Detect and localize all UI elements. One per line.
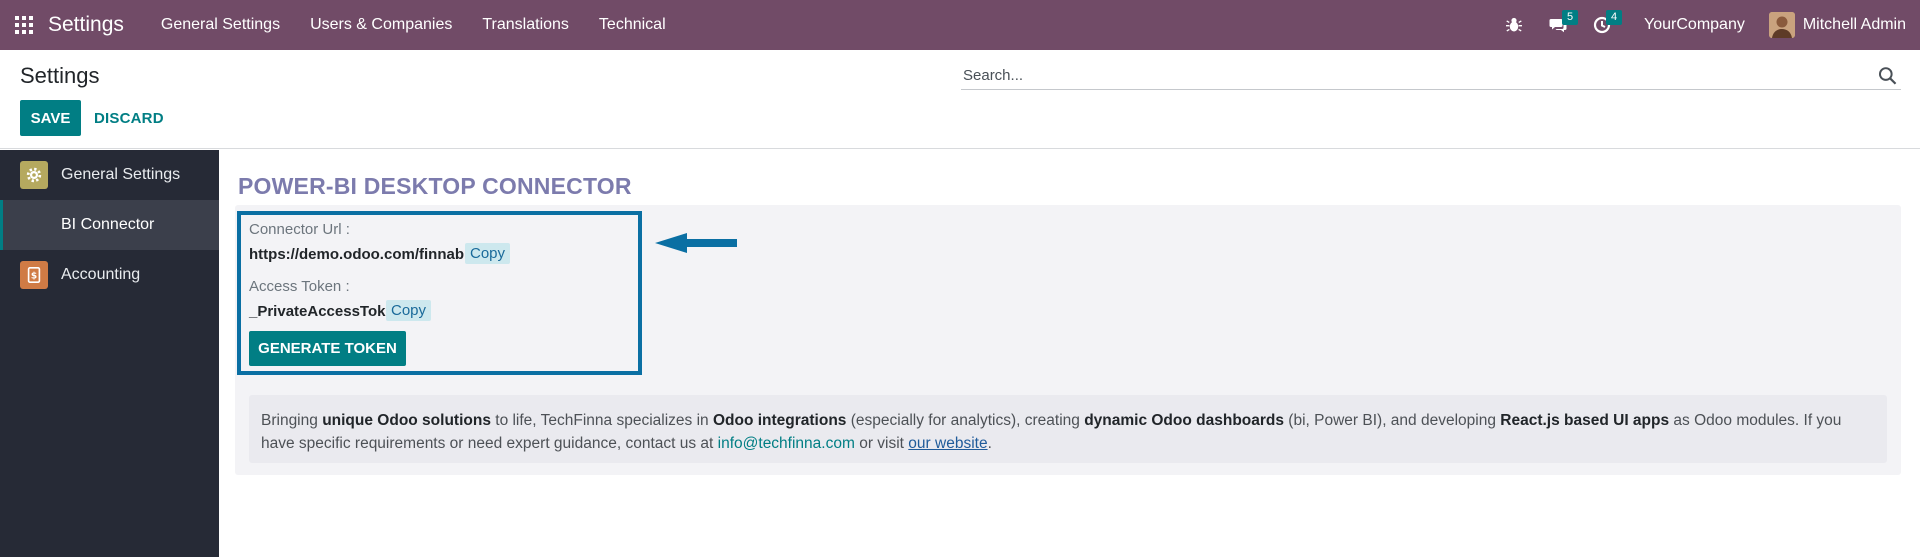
connector-url-value: https://demo.odoo.com/finnabi/ <box>249 246 473 263</box>
sidebar-item-label: General Settings <box>61 166 181 183</box>
sidebar-item-label: Accounting <box>61 266 141 283</box>
user-name: Mitchell Admin <box>1802 16 1906 33</box>
control-panel: Settings SAVE DISCARD <box>0 50 1920 149</box>
left-arrow-icon <box>655 233 737 253</box>
info-text: (bi, Power BI), and developing <box>1284 412 1501 429</box>
info-bold: unique Odoo solutions <box>322 412 491 429</box>
navbar-systray: 5 4 YourCompany Mitchell Admin <box>1492 0 1920 50</box>
sidebar-item-bi-connector[interactable]: BI Connector <box>0 200 219 250</box>
search-icon[interactable] <box>1878 66 1898 86</box>
sidebar-item-general-settings[interactable]: General Settings <box>0 150 219 200</box>
activities-badge: 4 <box>1606 10 1623 25</box>
website-link[interactable]: our website <box>908 435 987 452</box>
settings-content: POWER-BI DESKTOP CONNECTOR Connector Url… <box>219 150 1920 557</box>
app-title[interactable]: Settings <box>48 13 124 37</box>
menu-general-settings[interactable]: General Settings <box>146 0 295 50</box>
info-text: Bringing <box>261 412 323 429</box>
activities-clock-icon[interactable]: 4 <box>1580 0 1624 50</box>
email-link[interactable]: info@techfinna.com <box>718 435 855 452</box>
techfinna-info: Bringing unique Odoo solutions to life, … <box>249 395 1887 463</box>
copy-token-button[interactable]: Copy <box>386 300 432 321</box>
search-bar <box>961 62 1901 90</box>
copy-url-button[interactable]: Copy <box>465 243 511 264</box>
info-bold: React.js based UI apps <box>1500 412 1670 429</box>
accounting-icon: $ <box>20 261 48 289</box>
menu-users-companies[interactable]: Users & Companies <box>295 0 467 50</box>
messages-chat-icon[interactable]: 5 <box>1536 0 1580 50</box>
info-text: . <box>987 435 992 452</box>
connector-url-label: Connector Url : <box>249 221 350 238</box>
info-bold: Odoo integrations <box>712 412 847 429</box>
page-title: Settings <box>20 63 100 88</box>
info-text: to life, TechFinna specializes in <box>490 412 713 429</box>
apps-grid-icon[interactable] <box>0 0 48 50</box>
svg-text:$: $ <box>31 272 37 282</box>
settings-sidebar: General Settings BI Connector $ Accounti… <box>0 150 219 557</box>
user-menu[interactable]: Mitchell Admin <box>1768 12 1920 38</box>
info-text: (especially for analytics), creating <box>846 412 1085 429</box>
company-switcher[interactable]: YourCompany <box>1624 16 1769 34</box>
save-button[interactable]: SAVE <box>20 100 81 136</box>
info-bold: dynamic Odoo dashboards <box>1084 412 1284 429</box>
discard-button[interactable]: DISCARD <box>94 100 164 136</box>
top-navbar: Settings General Settings Users & Compan… <box>0 0 1920 50</box>
gear-icon <box>20 161 48 189</box>
connector-panel: Connector Url : https://demo.odoo.com/fi… <box>237 211 642 375</box>
generate-token-button[interactable]: GENERATE TOKEN <box>249 331 406 366</box>
section-title: POWER-BI DESKTOP CONNECTOR <box>238 173 632 199</box>
messages-badge: 5 <box>1562 10 1579 25</box>
info-text: or visit <box>854 435 909 452</box>
menu-technical[interactable]: Technical <box>584 0 681 50</box>
menu-translations[interactable]: Translations <box>467 0 584 50</box>
avatar <box>1768 12 1795 38</box>
sidebar-item-label: BI Connector <box>61 216 155 233</box>
debug-bug-icon[interactable] <box>1492 0 1536 50</box>
access-token-label: Access Token : <box>249 278 350 295</box>
access-token-value: _PrivateAccessToken <box>249 303 403 320</box>
sidebar-item-accounting[interactable]: $ Accounting <box>0 250 219 300</box>
search-input[interactable] <box>961 67 1878 84</box>
